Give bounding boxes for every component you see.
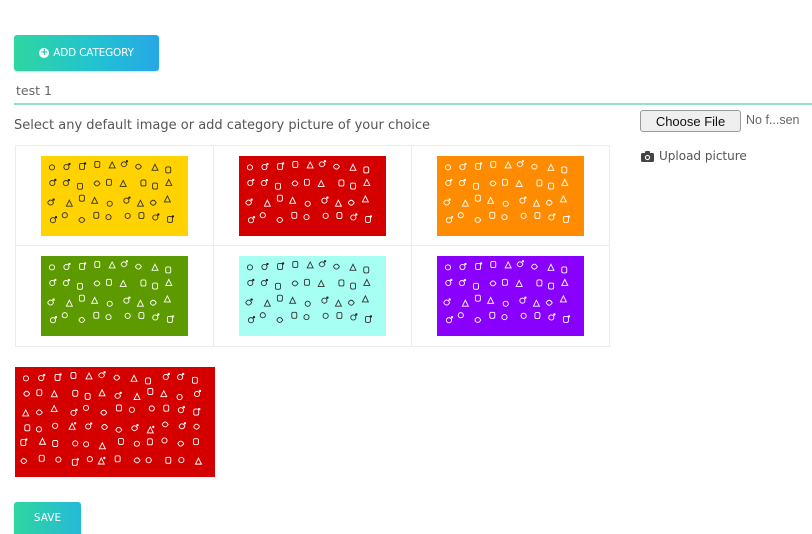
save-button[interactable]: SAVE (14, 502, 81, 534)
default-image-swatch (239, 256, 386, 336)
default-image-swatch (437, 155, 584, 236)
default-image-option[interactable] (16, 146, 214, 246)
default-image-grid (15, 145, 610, 347)
default-image-option[interactable] (412, 246, 609, 346)
default-image-option[interactable] (412, 146, 609, 246)
add-category-button[interactable]: + ADD CATEGORY (14, 35, 159, 71)
upload-picture-label: Upload picture (659, 149, 747, 163)
doodle-icons-pattern (239, 155, 386, 236)
doodle-icons-pattern (239, 256, 386, 336)
doodle-icons-pattern (41, 256, 188, 336)
doodle-icons-pattern (41, 155, 188, 236)
default-image-swatch (41, 155, 188, 236)
file-status-text: No f...sen (746, 113, 800, 127)
default-image-option[interactable] (214, 246, 412, 346)
doodle-icons-pattern (437, 256, 584, 336)
plus-circle-icon: + (39, 47, 50, 58)
doodle-icons-pattern (437, 155, 584, 236)
add-category-label: ADD CATEGORY (53, 47, 134, 59)
default-image-option[interactable] (214, 146, 412, 246)
image-instruction-text: Select any default image or add category… (14, 118, 431, 133)
camera-icon (641, 150, 654, 162)
choose-file-button[interactable]: Choose File (640, 110, 741, 132)
default-image-swatch (437, 256, 584, 336)
category-name-input[interactable] (14, 77, 812, 105)
default-image-swatch (239, 155, 386, 236)
selected-image-preview (15, 367, 215, 477)
doodle-icons-pattern (15, 367, 215, 477)
upload-picture-link[interactable]: Upload picture (641, 149, 747, 163)
default-image-swatch (41, 256, 188, 336)
default-image-option[interactable] (16, 246, 214, 346)
